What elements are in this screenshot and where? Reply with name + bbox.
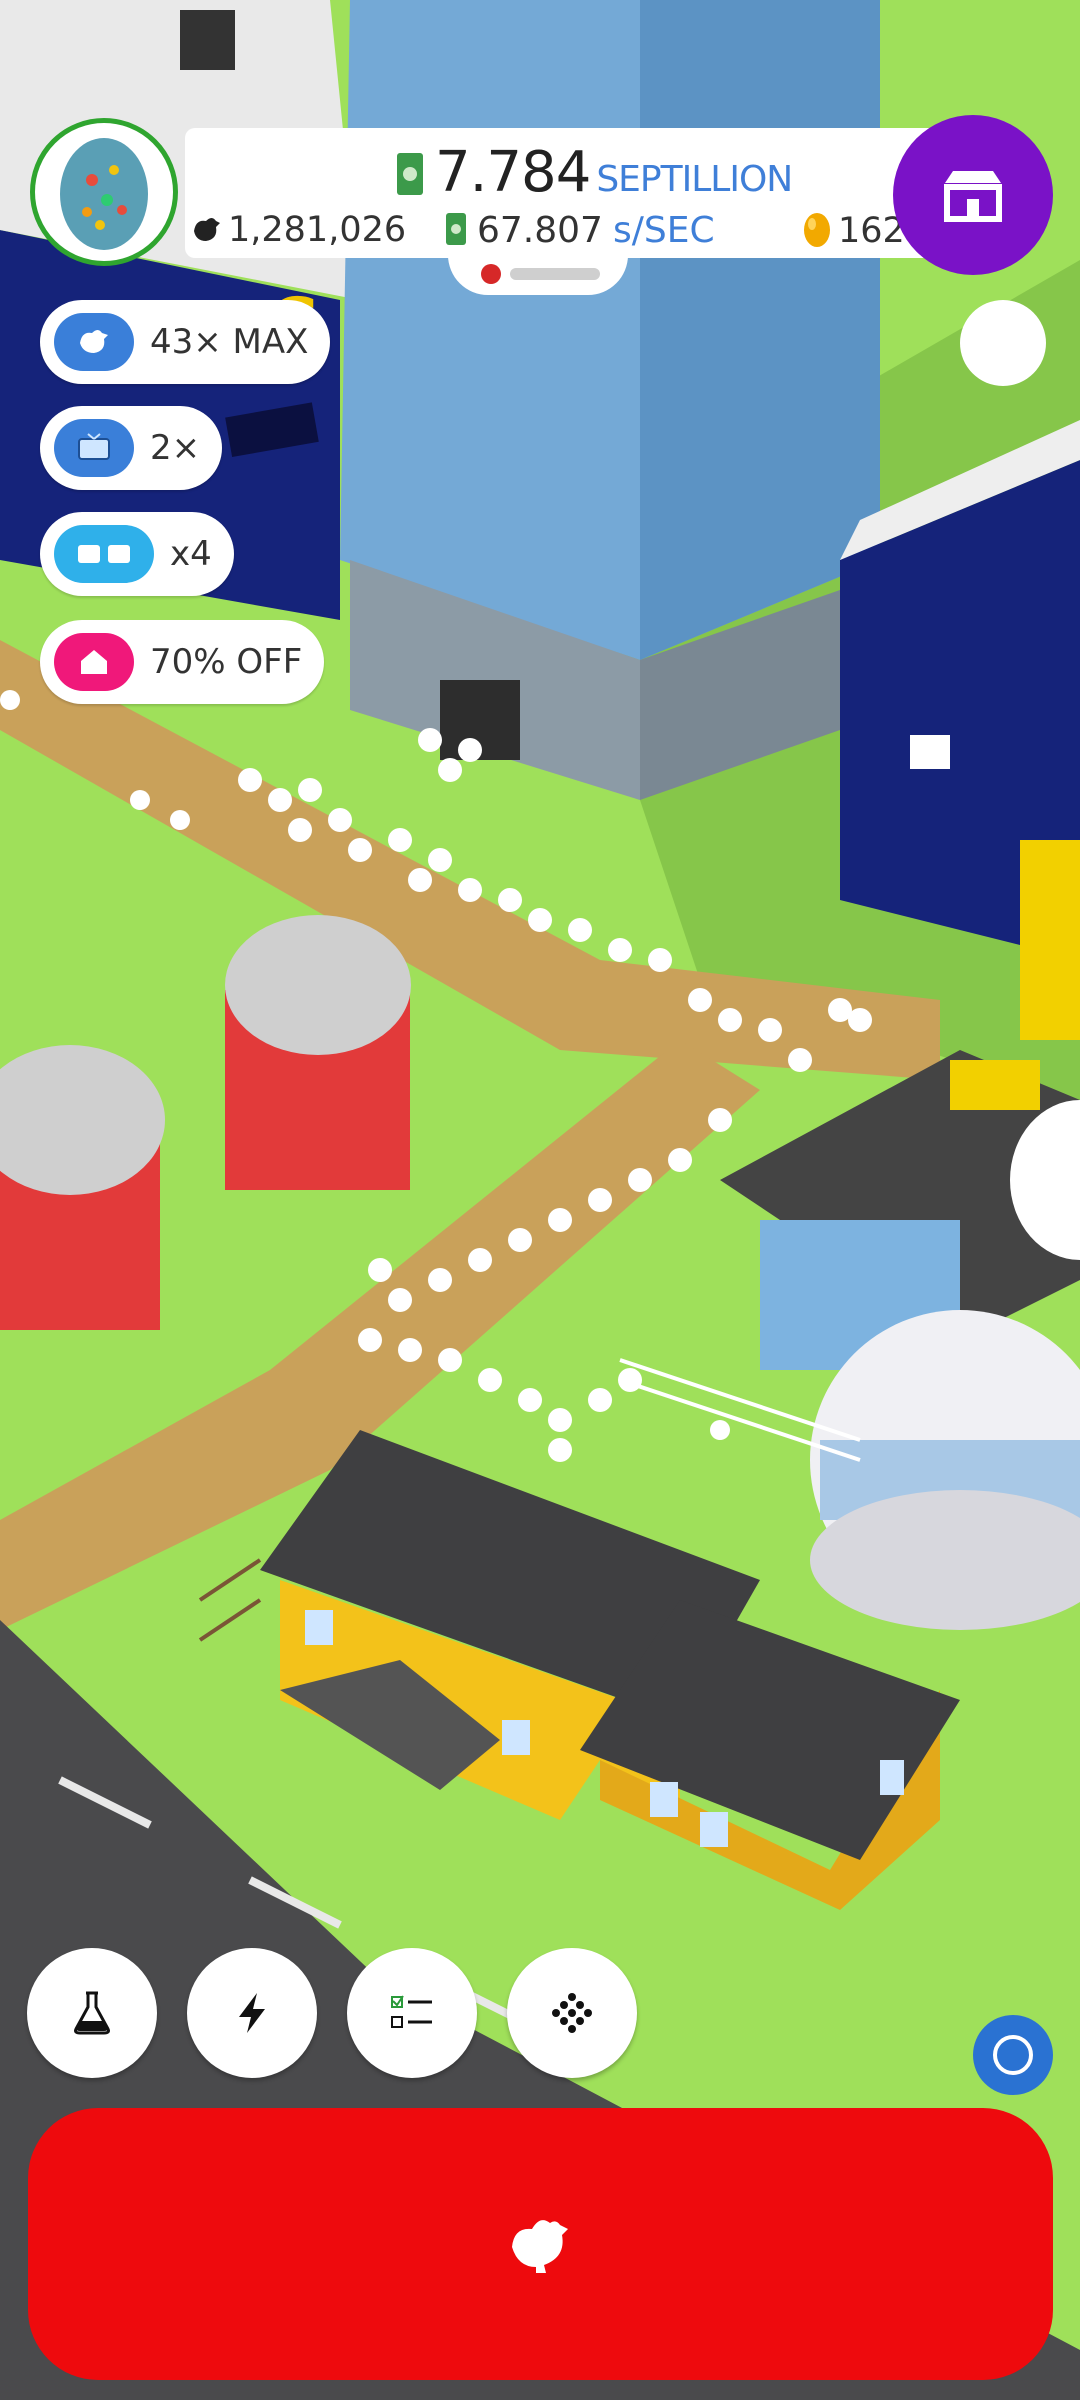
- earning-rate: 67.807 s/SEC: [445, 210, 715, 251]
- house-icon: [54, 633, 134, 691]
- earning-rate-unit: s/SEC: [612, 210, 715, 251]
- notification-bubble[interactable]: [960, 300, 1046, 386]
- yellow-building: [1020, 840, 1080, 1040]
- building-window: [910, 735, 950, 769]
- boost-multiplier[interactable]: x4: [40, 512, 234, 596]
- circle-icon: [993, 2035, 1033, 2075]
- red-chicken-icon: [481, 264, 501, 284]
- roof-vent: [180, 10, 235, 70]
- progress-bar: [510, 268, 600, 280]
- artifacts-button[interactable]: [507, 1948, 637, 2078]
- money-display: 7.784 SEPTILLION: [395, 140, 793, 205]
- missions-button[interactable]: [347, 1948, 477, 2078]
- checklist-icon: [391, 1995, 432, 2028]
- coop-window: [305, 1610, 333, 1645]
- grid-dots-icon: [552, 1993, 592, 2033]
- boost-label: 2×: [150, 428, 201, 468]
- hatch-chicken-button[interactable]: [28, 2108, 1053, 2380]
- egg-type-button[interactable]: [30, 118, 178, 266]
- red-silo-roof: [225, 915, 411, 1055]
- boost-label: 70% OFF: [150, 642, 303, 682]
- lightning-icon: [239, 1993, 265, 2033]
- chicken-count: 1,281,026: [190, 210, 406, 250]
- egg-icon: [60, 138, 148, 250]
- coop-window: [700, 1812, 728, 1847]
- golden-egg-count: 162: [802, 210, 905, 251]
- shop-button[interactable]: [893, 115, 1053, 275]
- cash-icon: [446, 213, 466, 245]
- earning-rate-value: 67.807: [477, 210, 603, 251]
- yellow-crate: [950, 1060, 1040, 1110]
- boost-discount[interactable]: 70% OFF: [40, 620, 325, 704]
- store-icon: [944, 171, 1002, 222]
- flask-icon: [74, 1991, 110, 2035]
- chicken-count-value: 1,281,026: [228, 210, 407, 250]
- money-unit: SEPTILLION: [596, 159, 793, 200]
- boost-icon: [54, 525, 154, 583]
- golden-egg-value: 162: [838, 211, 905, 251]
- boost-label: 43× MAX: [150, 322, 309, 362]
- tv-icon: [54, 419, 134, 477]
- money-value: 7.784: [435, 140, 591, 205]
- cash-icon: [397, 153, 423, 195]
- record-button[interactable]: [973, 2015, 1053, 2095]
- chicken-icon: [511, 2220, 568, 2273]
- boost-label: x4: [170, 534, 212, 574]
- coop-window: [502, 1720, 530, 1755]
- golden-egg-icon: [804, 213, 830, 247]
- info-dropdown[interactable]: [448, 250, 628, 295]
- coop-window: [650, 1782, 678, 1817]
- boost-tv[interactable]: 2×: [40, 406, 223, 490]
- boost-chicken-max[interactable]: 43× MAX: [40, 300, 331, 384]
- chicken-icon: [54, 313, 134, 371]
- chicken-icon: [194, 218, 220, 241]
- boost-button[interactable]: [187, 1948, 317, 2078]
- research-button[interactable]: [27, 1948, 157, 2078]
- coop-window: [880, 1760, 904, 1795]
